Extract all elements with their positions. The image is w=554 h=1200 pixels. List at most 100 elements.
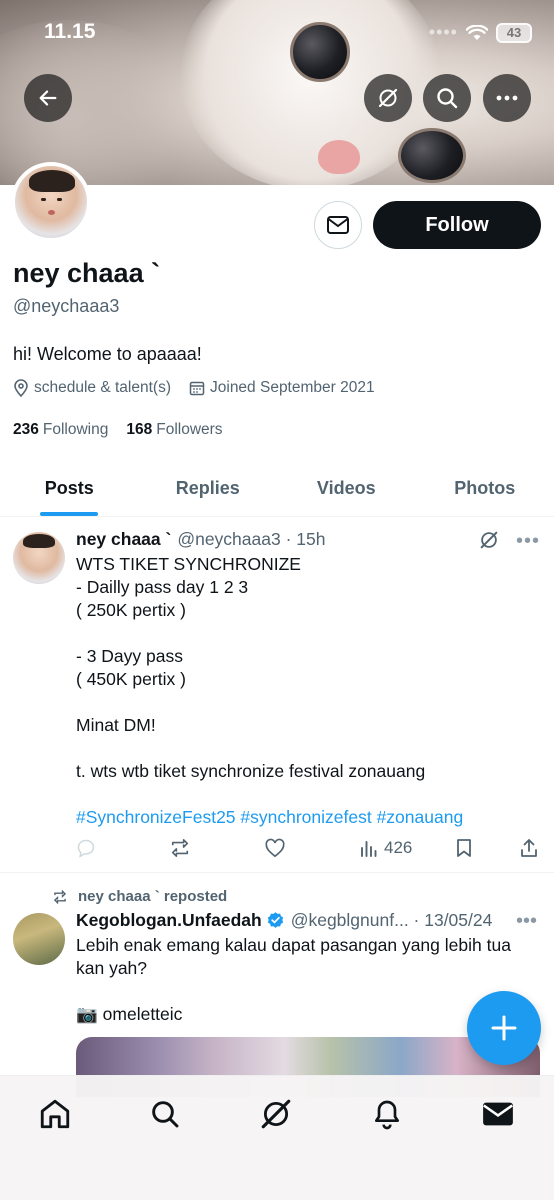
banner-cat-nose (318, 140, 360, 174)
post-line: - 3 Dayy pass (76, 646, 183, 666)
repost-icon (171, 839, 189, 857)
repost-indicator: ney chaaa ` reposted (52, 888, 227, 905)
profile-display-name: ney chaaa ` (13, 258, 161, 288)
bell-icon (375, 1100, 399, 1130)
more-button[interactable] (483, 74, 531, 122)
nav-search[interactable] (147, 1096, 183, 1132)
views-button[interactable]: 426 (360, 838, 412, 858)
grok-icon (378, 88, 398, 108)
post-actions: 426 (76, 838, 544, 864)
profile-location: schedule & talent(s) (13, 379, 171, 397)
share-icon (521, 839, 537, 857)
post-author-name[interactable]: ney chaaa ` (76, 529, 171, 549)
grok-button[interactable] (364, 74, 412, 122)
search-button[interactable] (423, 74, 471, 122)
profile-meta: schedule & talent(s) Joined September 20… (13, 379, 393, 397)
more-horizontal-icon (496, 95, 518, 101)
views-count: 426 (384, 838, 413, 857)
post-line (76, 737, 536, 760)
status-indicators: •••• 43 (429, 22, 532, 43)
followers-count: 168 (126, 421, 153, 438)
nav-home[interactable] (37, 1096, 73, 1132)
joined-text: Joined September 2021 (210, 379, 375, 396)
arrow-left-icon (39, 90, 57, 106)
tab-videos[interactable]: Videos (277, 460, 416, 516)
avatar-mouth-shape (48, 210, 55, 215)
bottom-navigation (0, 1075, 554, 1200)
heart-icon (265, 838, 285, 858)
grok-icon (261, 1099, 291, 1129)
post-avatar[interactable] (13, 913, 65, 965)
banner-cat-eye (290, 22, 350, 82)
post-line (76, 691, 536, 714)
location-text: schedule & talent(s) (34, 379, 171, 396)
message-button[interactable] (314, 201, 362, 249)
follow-button[interactable]: Follow (373, 201, 541, 249)
back-button[interactable] (24, 74, 72, 122)
avatar-eye-shape (41, 198, 46, 201)
post-author-handle: @neychaaa3 · 15h (177, 529, 326, 549)
bookmark-icon (457, 839, 471, 857)
status-time: 11.15 (44, 20, 96, 43)
wifi-icon (466, 24, 488, 40)
signal-icon: •••• (428, 22, 458, 42)
post-line: Minat DM! (76, 715, 156, 735)
post-more-icon[interactable]: ••• (516, 910, 537, 933)
avatar-hair-shape (29, 170, 75, 192)
post-line (76, 980, 526, 1003)
followers-link[interactable]: 168 Followers (126, 421, 222, 439)
post-line: - Dailly pass day 1 2 3 (76, 577, 249, 597)
tab-replies[interactable]: Replies (139, 460, 278, 516)
post-header: Kegoblogan.Unfaedah @kegblgnunf... · 13/… (76, 910, 492, 931)
envelope-icon (327, 216, 349, 234)
reply-icon (77, 839, 95, 858)
post-line (76, 622, 536, 645)
home-icon (40, 1099, 70, 1129)
post-line: t. wts wtb tiket synchronize festival zo… (76, 761, 426, 781)
calendar-icon (189, 381, 205, 396)
verified-badge-icon (266, 911, 285, 930)
post-author-handle: @kegblgnunf... · 13/05/24 (290, 910, 493, 930)
avatar-hair-shape (23, 534, 55, 548)
envelope-icon (483, 1102, 513, 1126)
search-icon (152, 1101, 179, 1128)
location-pin-icon (14, 379, 28, 397)
following-link[interactable]: 236 Following (13, 421, 108, 439)
post-line: 📷 omeletteic (76, 1004, 183, 1024)
nav-messages[interactable] (480, 1096, 516, 1132)
repost-label[interactable]: ney chaaa ` reposted (78, 888, 227, 905)
compose-post-button[interactable] (467, 991, 541, 1065)
post-line: ( 250K pertix ) (76, 600, 186, 620)
search-icon (437, 88, 458, 109)
like-button[interactable] (264, 838, 286, 858)
profile-avatar[interactable] (11, 162, 91, 242)
post-line (76, 783, 536, 806)
plus-icon (491, 1015, 517, 1041)
nav-grok[interactable] (258, 1096, 294, 1132)
grok-icon[interactable] (478, 529, 500, 551)
banner-cat-eye (398, 128, 466, 183)
post-avatar[interactable] (13, 532, 65, 584)
reply-button[interactable] (76, 838, 96, 858)
profile-joined: Joined September 2021 (189, 379, 375, 397)
post-hashtags[interactable]: #SynchronizeFest25 #synchronizefest #zon… (76, 806, 536, 829)
following-count: 236 (13, 421, 39, 438)
post-line: WTS TIKET SYNCHRONIZE (76, 554, 301, 574)
tab-posts[interactable]: Posts (0, 460, 139, 516)
post-header: ney chaaa ` @neychaaa3 · 15h (76, 529, 325, 550)
tab-photos[interactable]: Photos (416, 460, 554, 516)
post-text: Lebih enak emang kalau dapat pasangan ya… (76, 934, 526, 1026)
post-author-name[interactable]: Kegoblogan.Unfaedah (76, 910, 262, 931)
repost-icon (53, 889, 67, 904)
follow-counts: 236 Following 168 Followers (13, 421, 223, 439)
battery-icon: 43 (496, 22, 532, 43)
avatar-eye-shape (57, 198, 62, 201)
repost-button[interactable] (169, 838, 191, 858)
followers-label: Followers (156, 421, 223, 438)
bookmark-button[interactable] (455, 838, 473, 858)
share-button[interactable] (520, 838, 538, 858)
post-more-icon[interactable]: ••• (516, 530, 540, 553)
nav-notifications[interactable] (369, 1096, 405, 1132)
post-item[interactable]: ney chaaa ` @neychaaa3 · 15h ••• WTS TIKE… (0, 518, 554, 873)
profile-handle: @neychaaa3 (13, 296, 120, 316)
